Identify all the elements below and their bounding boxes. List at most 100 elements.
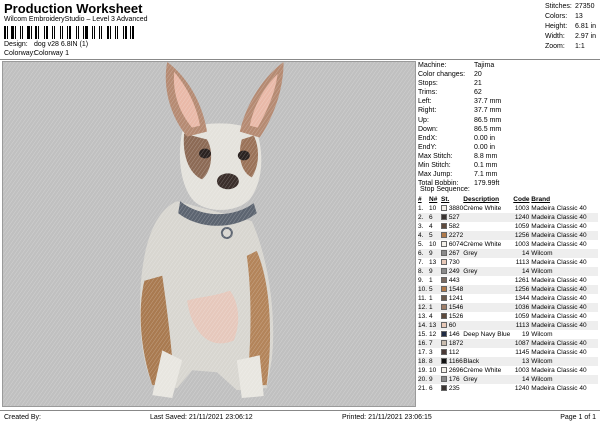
created-by: Created By: [4, 414, 41, 421]
stitch-count: 235 [441, 384, 463, 393]
thread-description [463, 312, 513, 321]
thread-description [463, 348, 513, 357]
needle-number: 9 [429, 267, 441, 276]
stitch-value: 1241 [448, 295, 464, 302]
thread-code: 1113 [515, 259, 530, 266]
thread-brand: Madeira Classic 40 [531, 321, 598, 330]
thread-description [463, 213, 514, 222]
machine-info-value: 86.5 mm [474, 116, 502, 124]
table-row: 3. 4 582 1059 Madeira Classic 40 [418, 222, 598, 231]
machine-info-label: Up: [418, 116, 429, 124]
thread-code: 1256 [513, 285, 532, 294]
thread-code: 1003 [514, 367, 530, 374]
last-saved: Last Saved: 21/11/2021 23:06:12 [150, 414, 253, 421]
needle-number: 6 [429, 385, 433, 392]
row-number: 3. [418, 223, 424, 230]
stitch-value: 1546 [448, 304, 464, 311]
summary-label: Width: [545, 33, 565, 40]
barcode [4, 26, 154, 39]
stitch-count: 1241 [441, 294, 463, 303]
thread-code: 14 [513, 249, 532, 258]
footer: Created By: Last Saved: 21/11/2021 23:06… [0, 410, 600, 424]
summary-label: Colors: [545, 13, 568, 20]
stitch-count: 1166 [441, 357, 464, 366]
thread-description [463, 339, 514, 348]
thread-code: 1003 [514, 241, 530, 248]
thread-description: Grey [463, 375, 514, 384]
row-number: 1. [418, 205, 424, 212]
summary-value: 27350 [575, 3, 595, 10]
worksheet-header: Production Worksheet Wilcom EmbroiderySt… [0, 0, 600, 60]
row-number: 14. [418, 321, 429, 330]
machine-info-label: Left: [418, 98, 432, 106]
table-row: 19. 10 2696 Crème White 1003 Madeira Classic… [418, 366, 598, 375]
row-number: 13. [418, 313, 428, 320]
stitch-count: 176 [441, 375, 464, 384]
thread-code: 19 [522, 331, 530, 338]
summary-row: Zoom: 1:1 [545, 42, 596, 52]
color-swatch [441, 313, 447, 320]
machine-info-label: Machine: [418, 62, 447, 69]
thread-brand: Madeira Classic 40 [531, 285, 598, 294]
color-swatch [441, 331, 447, 338]
row-number: 18. [418, 357, 429, 366]
machine-info-label: Right: [418, 107, 437, 115]
table-row: 5. 10 6074 Crème White 1003 Madeira Classic … [418, 240, 598, 249]
needle-number: 1 [429, 277, 433, 284]
row-number: 16. [418, 339, 429, 348]
thread-brand: Madeira Classic 40 [531, 367, 587, 374]
table-row: 16. 7 1872 1087 Madeira Classic 40 [418, 339, 598, 348]
machine-info-row: Up: 86.5 mm [418, 116, 600, 125]
stitch-value: 235 [448, 385, 460, 392]
thread-brand: Madeira Classic 40 [531, 313, 587, 320]
stitch-count: 1546 [441, 303, 464, 312]
row-number: 10. [418, 285, 429, 294]
needle-number: 12 [429, 331, 437, 338]
color-swatch [441, 322, 447, 329]
color-swatch [441, 385, 447, 392]
column-header: N# [429, 196, 438, 203]
needle-number: 5 [429, 231, 441, 240]
color-swatch [441, 349, 447, 356]
color-swatch [441, 250, 447, 257]
machine-info-row: Color changes: 20 [418, 70, 600, 79]
thread-code: 1240 [513, 213, 532, 222]
stitch-value: 2272 [448, 232, 464, 239]
stitch-count: 267 [441, 249, 464, 258]
thread-description [463, 303, 514, 312]
thread-code: 1059 [514, 313, 530, 320]
summary-label: Stitches: [545, 3, 572, 10]
header-divider [0, 59, 600, 60]
row-number: 12. [418, 303, 429, 312]
thread-description [463, 276, 513, 285]
dog-embroidery-image [3, 62, 415, 406]
table-row: 15. 12 146 Deep Navy Blue 19 Wilcom [418, 330, 598, 339]
stitch-value: 527 [448, 214, 460, 221]
summary-row: Height: 6.81 in [545, 22, 596, 32]
machine-info-value: 0.1 mm [474, 162, 498, 170]
summary-label: Zoom: [545, 43, 565, 50]
color-swatch [441, 277, 447, 284]
column-header: St. [441, 196, 450, 203]
machine-info-value: 37.7 mm [474, 98, 502, 106]
table-row: 13. 4 1526 1059 Madeira Classic 40 [418, 312, 598, 321]
machine-info-value: 21 [474, 80, 482, 88]
stitch-count: 1526 [441, 312, 463, 321]
thread-code: 1003 [514, 205, 530, 212]
column-header: Code [513, 196, 530, 203]
column-header: Brand [531, 196, 551, 203]
row-number: 6. [418, 249, 429, 258]
row-number: 7. [418, 259, 424, 266]
software-subtitle: Wilcom EmbroideryStudio – Level 3 Advanc… [4, 16, 148, 23]
machine-info-label: Color changes: [418, 71, 466, 79]
machine-info-value: 37.7 mm [474, 107, 502, 115]
thread-brand: Madeira Classic 40 [531, 385, 587, 392]
stitch-value: 267 [448, 250, 460, 257]
printed-date: Printed: 21/11/2021 23:06:15 [342, 414, 432, 421]
machine-info-row: Machine: Tajima [418, 61, 600, 70]
table-row: 11. 1 1241 1344 Madeira Classic 40 [418, 294, 598, 303]
thread-brand: Madeira Classic 40 [531, 223, 587, 230]
thread-code: 1113 [513, 321, 532, 330]
stitch-count: 443 [441, 276, 463, 285]
stitch-value: 3880 [448, 205, 464, 212]
